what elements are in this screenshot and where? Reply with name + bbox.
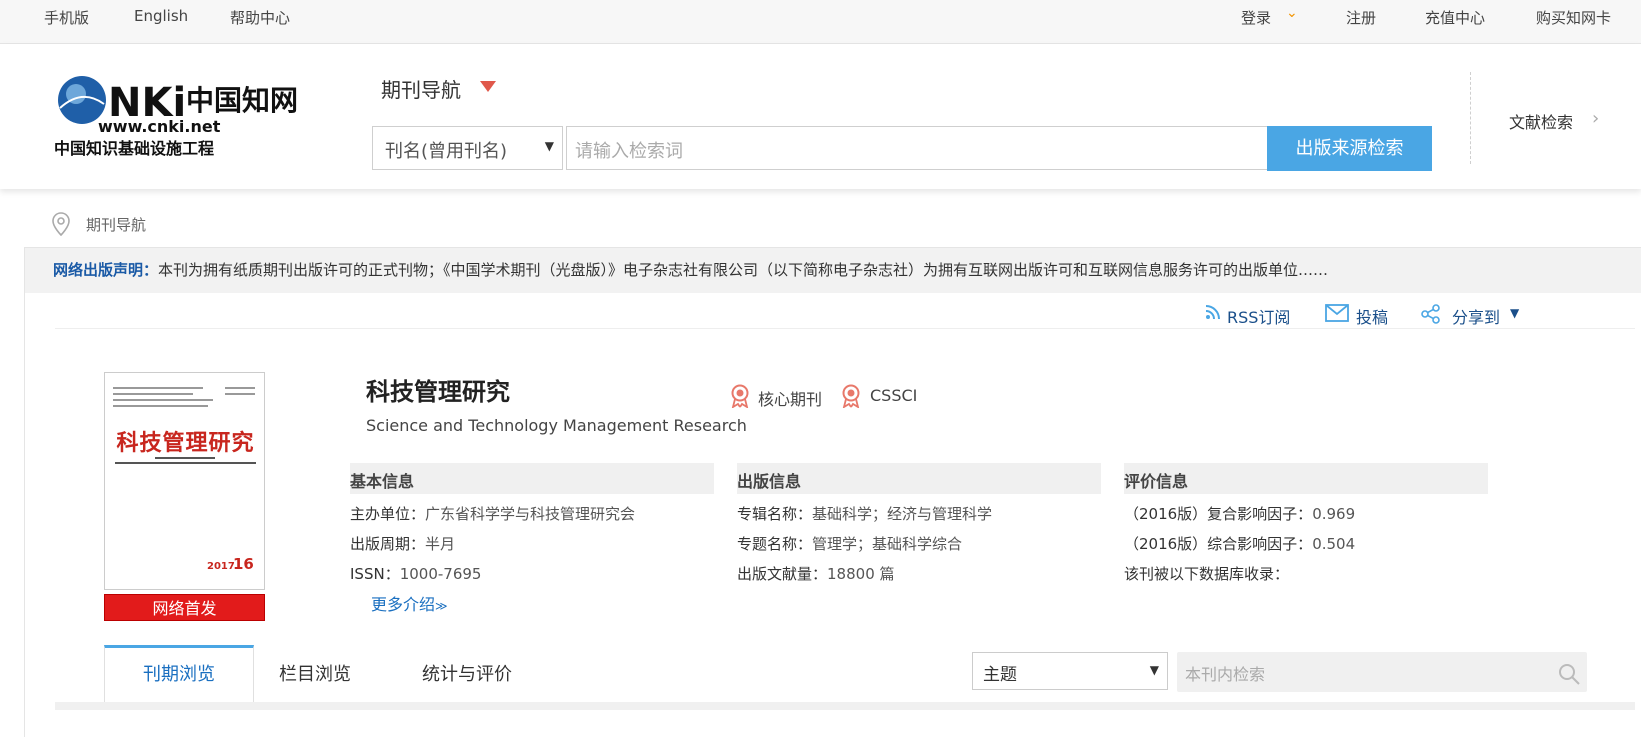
- in-journal-field-select[interactable]: 主题 ▼: [972, 652, 1168, 690]
- rss-link[interactable]: RSS订阅: [1227, 304, 1290, 328]
- chevron-down-icon[interactable]: ⌄: [1286, 5, 1298, 21]
- issn-row: ISSN：1000-7695: [350, 565, 482, 583]
- album-row: 专辑名称：基础科学；经济与管理科学: [737, 505, 993, 523]
- dropdown-arrow-icon: ▼: [1149, 663, 1159, 677]
- buy-card-link[interactable]: 购买知网卡: [1536, 7, 1611, 28]
- more-intro-link[interactable]: 更多介绍≫: [371, 591, 448, 615]
- mail-icon[interactable]: [1325, 304, 1349, 322]
- award-icon: [842, 384, 860, 408]
- mobile-link[interactable]: 手机版: [44, 7, 89, 28]
- publication-info-heading: 出版信息: [737, 463, 1101, 494]
- in-journal-field-value: 主题: [983, 665, 1017, 685]
- journal-english-title: Science and Technology Management Resear…: [366, 416, 747, 435]
- journal-nav-title[interactable]: 期刊导航: [381, 74, 461, 103]
- cover-year: 2017: [207, 561, 235, 572]
- chevron-right-icon[interactable]: ›: [1592, 108, 1599, 129]
- english-link[interactable]: English: [134, 7, 188, 25]
- sponsor-row: 主办单位：广东省科学学与科技管理研究会: [350, 505, 636, 523]
- triangle-down-icon[interactable]: [480, 81, 496, 92]
- evaluation-info-heading: 评价信息: [1124, 463, 1488, 494]
- search-field-select[interactable]: 刊名(曾用刊名) ▼: [372, 126, 563, 170]
- award-icon: [731, 384, 749, 408]
- basic-info-heading: 基本信息: [350, 463, 714, 494]
- caret-down-icon[interactable]: ▼: [1510, 306, 1519, 320]
- search-field-value: 刊名(曾用刊名): [385, 141, 508, 162]
- double-chevron-down-icon: ≫: [435, 599, 448, 613]
- breadcrumb[interactable]: 期刊导航: [86, 214, 146, 235]
- cover-title: 科技管理研究: [116, 430, 255, 456]
- header: NKi 中国知网 www.cnki.net 中国知识基础设施工程 期刊导航 刊名…: [0, 44, 1641, 189]
- tab-bar-underline: [55, 702, 1635, 710]
- share-icon[interactable]: [1421, 304, 1441, 324]
- location-pin-icon: [52, 212, 70, 236]
- submit-link[interactable]: 投稿: [1356, 304, 1388, 328]
- in-journal-search-input[interactable]: 本刊内检索: [1177, 652, 1587, 692]
- cnki-logo[interactable]: NKi 中国知网 www.cnki.net 中国知识基础设施工程: [52, 68, 302, 158]
- top-bar: 手机版 English 帮助中心 登录 ⌄ 注册 充值中心 购买知网卡: [0, 0, 1641, 44]
- comprehensive-if-row: （2016版）综合影响因子：0.504: [1124, 535, 1356, 553]
- journal-panel: 网络出版声明：本刊为拥有纸质期刊出版许可的正式刊物；《中国学术期刊（光盘版）》电…: [24, 247, 1641, 737]
- divider: [1470, 72, 1471, 164]
- volume-row: 出版文献量：18800 篇: [737, 565, 895, 583]
- action-bar: RSS订阅 投稿 分享到 ▼: [55, 293, 1635, 329]
- search-input[interactable]: 请输入检索词: [566, 126, 1268, 170]
- topic-row: 专题名称：管理学；基础科学综合: [737, 535, 963, 553]
- database-row: 该刊被以下数据库收录：: [1124, 565, 1290, 583]
- recharge-link[interactable]: 充值中心: [1425, 7, 1485, 28]
- journal-cover[interactable]: 科技管理研究 2017 16: [104, 372, 265, 590]
- help-link[interactable]: 帮助中心: [230, 7, 290, 28]
- tab-issue-browse[interactable]: 刊期浏览: [104, 645, 254, 703]
- composite-if-row: （2016版）复合影响因子：0.969: [1124, 505, 1356, 523]
- share-link[interactable]: 分享到: [1452, 304, 1500, 328]
- journal-title: 科技管理研究: [366, 378, 510, 406]
- cover-issue: 16: [233, 555, 254, 573]
- cover-header-text: [113, 387, 255, 407]
- dropdown-arrow-icon: ▼: [544, 139, 554, 153]
- notice-text: 本刊为拥有纸质期刊出版许可的正式刊物；《中国学术期刊（光盘版）》电子杂志社有限公…: [158, 261, 1329, 279]
- search-icon[interactable]: [1557, 662, 1581, 686]
- core-journal-badge: 核心期刊: [758, 390, 823, 409]
- tab-column-browse[interactable]: 栏目浏览: [279, 660, 351, 686]
- login-link[interactable]: 登录: [1241, 7, 1271, 28]
- cover-subtitle: [115, 457, 256, 464]
- network-first-badge[interactable]: 网络首发: [104, 594, 265, 621]
- cssci-badge: CSSCI: [870, 386, 918, 405]
- tab-statistics[interactable]: 统计与评价: [422, 660, 512, 686]
- period-row: 出版周期：半月: [350, 535, 456, 553]
- svg-text:中国知网: 中国知网: [186, 84, 298, 117]
- literature-search-link[interactable]: 文献检索: [1509, 109, 1573, 133]
- register-link[interactable]: 注册: [1346, 7, 1376, 28]
- publication-notice: 网络出版声明：本刊为拥有纸质期刊出版许可的正式刊物；《中国学术期刊（光盘版）》电…: [25, 248, 1641, 293]
- search-button[interactable]: 出版来源检索: [1267, 126, 1432, 171]
- notice-label: 网络出版声明：: [53, 261, 159, 279]
- rss-icon[interactable]: [1205, 304, 1221, 320]
- svg-text:中国知识基础设施工程: 中国知识基础设施工程: [54, 139, 214, 158]
- svg-text:www.cnki.net: www.cnki.net: [98, 117, 221, 136]
